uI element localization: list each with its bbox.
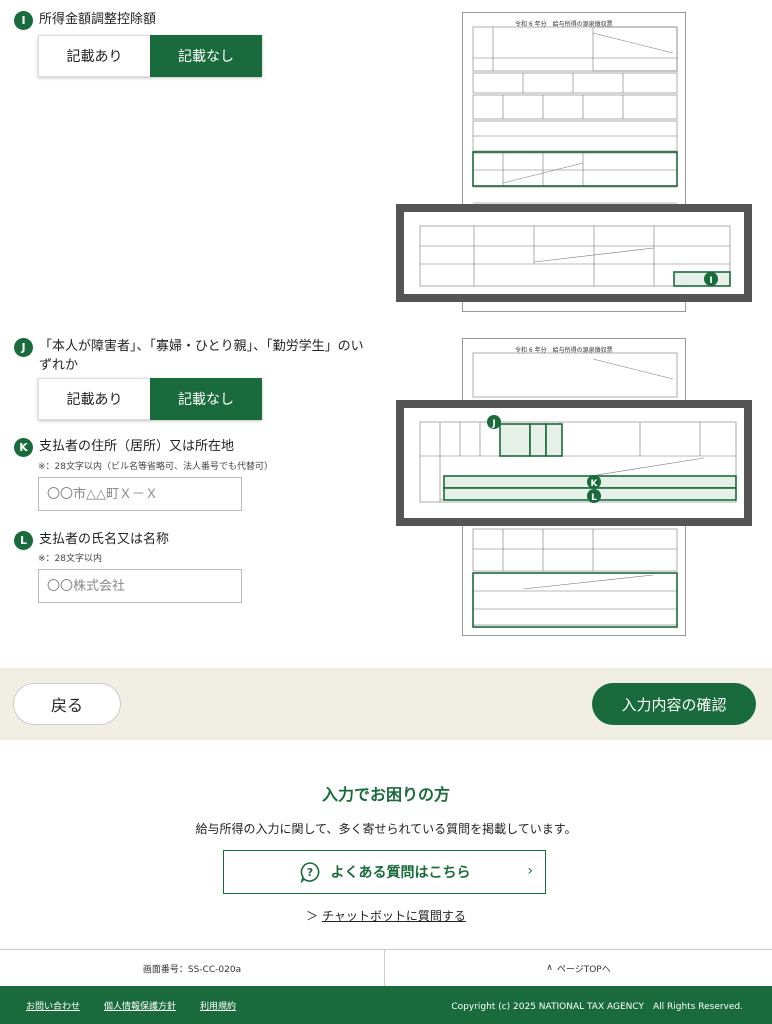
section-badge-k: K: [14, 438, 33, 457]
zoom-panel-1: I: [396, 204, 752, 302]
back-button[interactable]: 戻る: [13, 683, 121, 725]
footer-link-terms[interactable]: 利用規約: [200, 999, 236, 1012]
zoom-2-lines: J K L: [419, 415, 737, 503]
copyright: Copyright (c) 2025 NATIONAL TAX AGENCY A…: [451, 1001, 743, 1012]
section-j-title-line1: 「本人が障害者」、「寡婦・ひとり親」、「勤労学生」のい: [39, 339, 364, 354]
section-badge-j: J: [14, 338, 33, 357]
zoom-marker-k: K: [591, 479, 599, 489]
section-l-header: L 支払者の氏名又は名称: [14, 530, 169, 550]
info-bar: 画面番号：SS-CC-020a ∧ ページTOPへ: [0, 949, 772, 986]
screen-number: 画面番号：SS-CC-020a: [0, 950, 385, 986]
footer-link-privacy[interactable]: 個人情報保護方針: [104, 999, 176, 1012]
section-i-title: 所得金額調整控除額: [39, 12, 157, 27]
footer-links: お問い合わせ 個人情報保護方針 利用規約: [26, 999, 236, 1012]
option-yes-button[interactable]: 記載あり: [38, 35, 150, 77]
section-k-title: 支払者の住所（居所）又は所在地: [39, 439, 235, 454]
zoom-1-lines: I: [419, 225, 731, 287]
section-j-title-line2: ずれか: [39, 358, 79, 373]
payer-name-input[interactable]: [38, 569, 242, 603]
income-adjustment-toggle: 記載あり 記載なし: [38, 35, 262, 77]
faq-button[interactable]: ? よくある質問はこちら ›: [223, 850, 546, 894]
confirm-button[interactable]: 入力内容の確認: [592, 683, 756, 725]
footer: お問い合わせ 個人情報保護方針 利用規約 Copyright (c) 2025 …: [0, 986, 772, 1024]
option-no-button[interactable]: 記載なし: [150, 35, 262, 77]
section-l-title: 支払者の氏名又は名称: [39, 532, 170, 547]
section-k-header: K 支払者の住所（居所）又は所在地: [14, 437, 234, 457]
help-description: 給与所得の入力に関して、多く寄せられている質問を掲載しています。: [195, 822, 577, 836]
section-j-header: J 「本人が障害者」、「寡婦・ひとり親」、「勤労学生」のい ずれか: [14, 337, 384, 375]
form-illustration-2: 令和 6 年分 給与所得の源泉徴収票 J K L: [396, 338, 752, 638]
chevron-right-icon: ＞: [306, 909, 319, 923]
zoom-panel-2: J K L: [396, 400, 752, 526]
section-l-note: ※：28文字以内: [38, 554, 102, 564]
faq-label: よくある質問はこちら: [330, 865, 471, 881]
page-top-link[interactable]: ∧ ページTOPへ: [385, 950, 772, 986]
question-bubble-icon: ?: [300, 862, 319, 883]
form-illustration-1: 令和 6 年分 給与所得の源泉徴収票 I: [396, 12, 752, 314]
section-badge-l: L: [14, 531, 33, 550]
chatbot-link[interactable]: ＞ チャットボットに質問する: [0, 907, 772, 924]
chevron-right-icon: ›: [527, 863, 533, 879]
section-badge-i: I: [14, 11, 33, 30]
page-top-label: ページTOPへ: [556, 964, 611, 975]
section-j-title: 「本人が障害者」、「寡婦・ひとり親」、「勤労学生」のい ずれか: [39, 337, 364, 375]
help-title: 入力でお困りの方: [321, 785, 450, 804]
zoom-marker-j: J: [491, 419, 495, 429]
section-i-header: I 所得金額調整控除額: [14, 10, 156, 30]
option-yes-button[interactable]: 記載あり: [38, 378, 150, 420]
svg-text:?: ?: [306, 866, 312, 879]
zoom-marker-l: L: [591, 493, 597, 503]
zoom-marker-i: I: [709, 276, 712, 286]
footer-link-contact[interactable]: お問い合わせ: [26, 999, 80, 1012]
section-k-note: ※：28文字以内（ビル名等省略可、法人番号でも代替可）: [38, 462, 273, 472]
chevron-up-icon: ∧: [546, 963, 553, 973]
chatbot-link-label[interactable]: チャットボットに質問する: [322, 909, 466, 923]
option-no-button[interactable]: 記載なし: [150, 378, 262, 420]
payer-address-input[interactable]: [38, 477, 242, 511]
status-toggle: 記載あり 記載なし: [38, 378, 262, 420]
